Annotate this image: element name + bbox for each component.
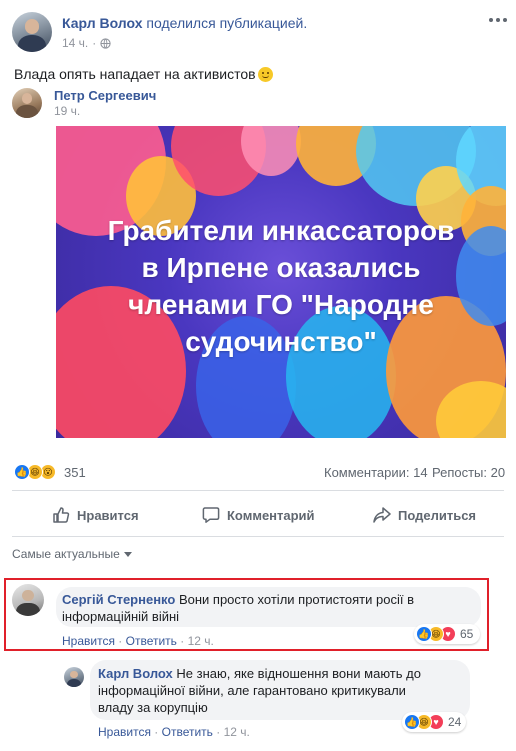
smiling-face-icon <box>257 66 273 82</box>
comment-author-name[interactable]: Сергій Стерненко <box>62 592 175 607</box>
like-reaction-icon: 👍 <box>404 714 420 730</box>
comment-body: Сергій Стерненко Вони просто хотіли прот… <box>62 591 482 625</box>
comment-reactions[interactable]: 👍 😆 ♥ 65 <box>414 624 480 644</box>
share-button-label: Поделиться <box>398 507 477 523</box>
comments-filter-dropdown[interactable]: Самые актуальные <box>12 547 132 561</box>
reply-text-line2: інформаційної війни, але гарантовано кри… <box>98 683 406 698</box>
post-options-button[interactable] <box>488 14 508 26</box>
reply-text-line3: владу за корупцію <box>98 700 208 715</box>
post-timestamp-row: 14 ч. · <box>62 36 111 50</box>
shared-author-avatar[interactable] <box>12 88 42 118</box>
reply-reactions[interactable]: 👍 😆 ♥ 24 <box>402 712 466 732</box>
post-header-line: Карл Волох поделился публикацией. <box>62 15 307 31</box>
share-icon <box>373 507 391 523</box>
comment-button-label: Комментарий <box>227 507 315 523</box>
divider <box>12 490 504 491</box>
more-horizontal-icon <box>489 18 507 22</box>
like-button[interactable]: Нравится <box>52 504 139 526</box>
reply-author-avatar[interactable] <box>64 667 84 687</box>
comments-filter-label: Самые актуальные <box>12 547 120 561</box>
shared-post-image[interactable]: Грабители инкассаторов в Ирпене оказалис… <box>56 126 506 438</box>
like-reaction-icon: 👍 <box>14 464 30 480</box>
share-button[interactable]: Поделиться <box>373 504 476 526</box>
like-reaction-icon: 👍 <box>416 626 432 642</box>
post-author-name[interactable]: Карл Волох <box>62 15 143 31</box>
reply-reply-link[interactable]: Ответить <box>162 725 213 739</box>
post-time[interactable]: 14 ч. <box>62 36 88 50</box>
comment-like-link[interactable]: Нравится <box>62 634 115 648</box>
divider <box>12 536 504 537</box>
reply-body: Карл Волох Не знаю, яке відношення вони … <box>98 665 468 716</box>
reaction-count: 351 <box>64 465 86 480</box>
thumbs-up-icon <box>53 507 70 523</box>
caret-down-icon <box>123 551 132 557</box>
commenter-avatar[interactable] <box>12 584 44 616</box>
comment-icon <box>202 507 220 523</box>
reply-reaction-count: 24 <box>448 715 462 729</box>
reposts-count[interactable]: Репосты: 20 <box>432 465 505 480</box>
reply-like-link[interactable]: Нравится <box>98 725 151 739</box>
comment-text-line2: інформаційній війні <box>62 609 180 624</box>
reply-author-name[interactable]: Карл Волох <box>98 666 173 681</box>
shared-author-name[interactable]: Петр Сергеевич <box>54 88 156 103</box>
globe-icon <box>100 37 111 49</box>
shared-time[interactable]: 19 ч. <box>54 104 80 118</box>
comments-count[interactable]: Комментарии: 14 <box>324 465 428 480</box>
comment-reply-link[interactable]: Ответить <box>126 634 177 648</box>
reply-actions: Нравится · Ответить · 12 ч. <box>98 725 250 739</box>
reply-time[interactable]: 12 ч. <box>224 725 250 739</box>
like-button-label: Нравится <box>77 507 139 523</box>
reply-text-line1: Не знаю, яке відношення вони мають до <box>176 666 421 681</box>
comment-reaction-count: 65 <box>460 627 474 641</box>
comment-actions: Нравится · Ответить · 12 ч. <box>62 634 214 648</box>
author-avatar[interactable] <box>12 12 52 52</box>
comment-time[interactable]: 12 ч. <box>188 634 214 648</box>
comment-button[interactable]: Комментарий <box>202 504 315 526</box>
post-text-content: Влада опять нападает на активистов <box>14 66 256 82</box>
comment-text-line1: Вони просто хотіли протистояти росії в <box>178 592 414 607</box>
post-action-text[interactable]: поделился публикацией. <box>146 15 307 31</box>
post-text: Влада опять нападает на активистов <box>14 66 273 82</box>
reactions-summary[interactable]: 👍 😆 😮 351 <box>14 464 94 482</box>
banner-headline: Грабители инкассаторов в Ирпене оказалис… <box>107 215 455 357</box>
